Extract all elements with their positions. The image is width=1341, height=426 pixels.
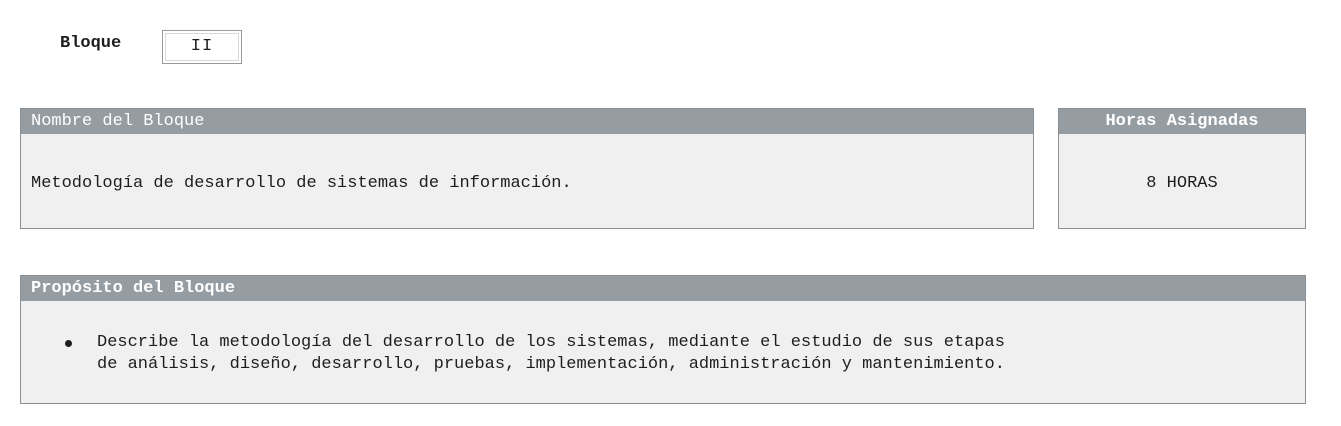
proposito-del-bloque-header: Propósito del Bloque <box>21 276 1305 301</box>
nombre-del-bloque-text: Metodología de desarrollo de sistemas de… <box>31 174 572 193</box>
bloque-label: Bloque <box>60 34 122 53</box>
horas-asignadas-value: 8 HORAS <box>1146 174 1218 193</box>
proposito-del-bloque-panel: Propósito del Bloque Describe la metodol… <box>20 275 1306 404</box>
bloque-number-field: II <box>162 30 242 64</box>
bullet-icon <box>65 340 72 347</box>
horas-asignadas-header: Horas Asignadas <box>1059 109 1305 134</box>
horas-asignadas-panel: Horas Asignadas 8 HORAS <box>1058 108 1306 229</box>
nombre-del-bloque-header: Nombre del Bloque <box>21 109 1033 134</box>
purpose-text-line-2: de análisis, diseño, desarrollo, pruebas… <box>97 355 1005 374</box>
nombre-del-bloque-panel: Nombre del Bloque Metodología de desarro… <box>20 108 1034 229</box>
purpose-list: Describe la metodología del desarrollo d… <box>21 332 1305 376</box>
list-item: Describe la metodología del desarrollo d… <box>21 332 1305 376</box>
purpose-text-line-1: Describe la metodología del desarrollo d… <box>97 333 1005 352</box>
